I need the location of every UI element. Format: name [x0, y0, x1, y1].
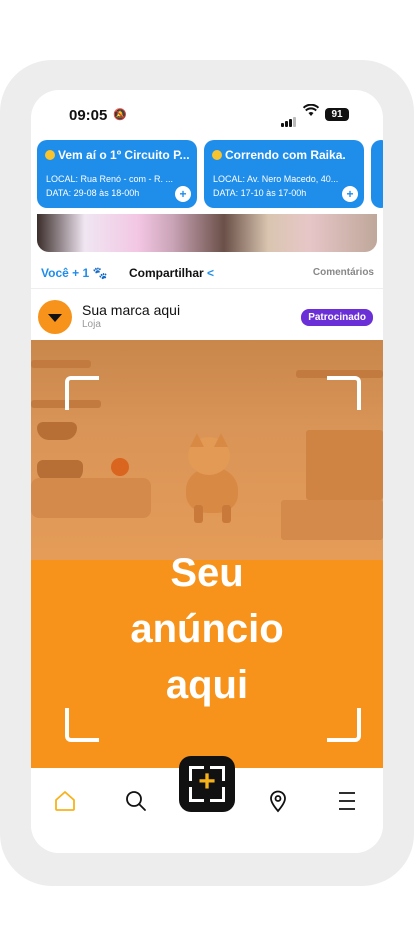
- frame-corner: [327, 376, 361, 410]
- muted-bell-icon: 🔕: [113, 109, 127, 121]
- event-location: LOCAL: Av. Nero Macedo, 40...: [213, 174, 339, 184]
- add-post-button[interactable]: +: [179, 756, 235, 812]
- like-button[interactable]: Você + 1 🐾: [41, 266, 107, 280]
- events-carousel[interactable]: Vem aí o 1º Circuito P... LOCAL: Rua Ren…: [37, 140, 383, 210]
- event-date: DATA: 17-10 às 17-00h: [213, 188, 307, 198]
- status-bar: 09:05 🔕 91: [31, 90, 383, 140]
- ad-photo: [31, 340, 383, 560]
- location-pin-icon: [45, 150, 55, 160]
- ad-banner[interactable]: Seu anúncio aqui: [31, 340, 383, 768]
- wifi-icon: [302, 103, 320, 121]
- ad-headline: Seu anúncio aqui: [130, 551, 284, 707]
- share-button[interactable]: Compartilhar <: [129, 266, 214, 280]
- add-icon[interactable]: +: [342, 186, 358, 202]
- frame-corner: [327, 708, 361, 742]
- search-icon[interactable]: [121, 786, 151, 816]
- share-icon: <: [207, 266, 215, 280]
- status-time: 09:05: [69, 107, 108, 124]
- brand-avatar[interactable]: [38, 300, 72, 334]
- previous-post-photo: [37, 214, 377, 252]
- event-card[interactable]: Vem aí o 1º Circuito P... LOCAL: Rua Ren…: [37, 140, 197, 208]
- plus-icon: +: [198, 765, 216, 798]
- frame-corner: [65, 376, 99, 410]
- paw-icon: 🐾: [92, 266, 108, 280]
- brand-category: Loja: [82, 319, 101, 330]
- phone-screen: 09:05 🔕 91 Vem aí o 1º Circuito P... LOC…: [31, 90, 383, 853]
- event-title: Vem aí o 1º Circuito P...: [45, 148, 197, 162]
- menu-icon[interactable]: [332, 786, 362, 816]
- event-location: LOCAL: Rua Renó - com - R. ...: [46, 174, 174, 184]
- event-date: DATA: 29-08 às 18-00h: [46, 188, 140, 198]
- post-actions: Você + 1 🐾 Compartilhar < Comentários: [31, 260, 383, 289]
- post-header: Sua marca aqui Loja Patrocinado: [31, 290, 383, 340]
- frame-corner: [65, 708, 99, 742]
- event-card[interactable]: Correndo com Raika. LOCAL: Av. Nero Mace…: [204, 140, 364, 208]
- event-title: Correndo com Raika.: [212, 148, 364, 162]
- battery-indicator: 91: [325, 108, 349, 121]
- signal-icon: [281, 109, 297, 127]
- location-icon[interactable]: [263, 786, 293, 816]
- event-card-partial[interactable]: [371, 140, 383, 208]
- comments-link[interactable]: Comentários: [313, 267, 374, 278]
- ball: [111, 458, 129, 476]
- bottom-tab-bar: +: [31, 756, 383, 853]
- brand-name[interactable]: Sua marca aqui: [82, 302, 180, 318]
- add-icon[interactable]: +: [175, 186, 191, 202]
- home-icon[interactable]: [50, 786, 80, 816]
- dog: [176, 433, 246, 525]
- location-pin-icon: [212, 150, 222, 160]
- sponsored-badge: Patrocinado: [301, 309, 373, 326]
